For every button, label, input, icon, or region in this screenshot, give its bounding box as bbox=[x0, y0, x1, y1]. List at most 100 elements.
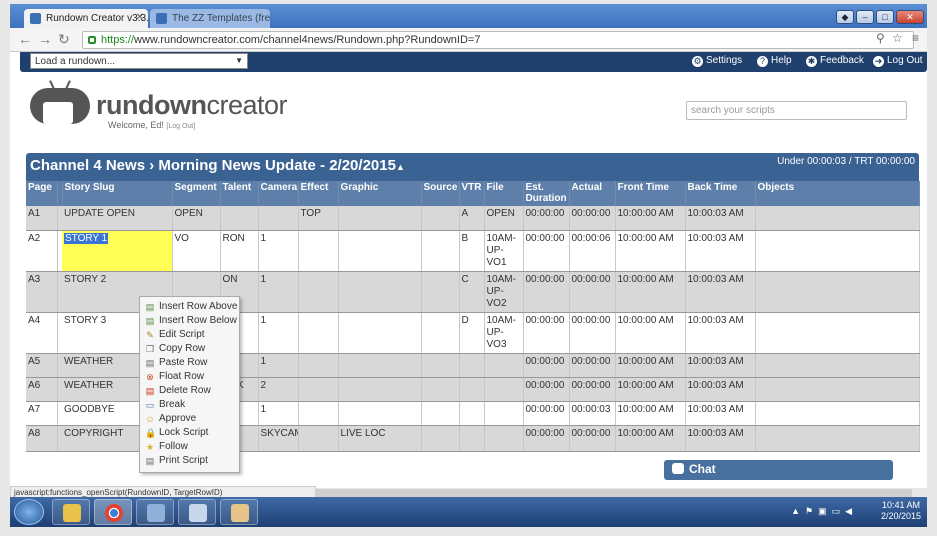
rundown-title[interactable]: Channel 4 News › Morning News Update - 2… bbox=[30, 157, 405, 174]
chat-button[interactable]: Chat bbox=[664, 460, 893, 480]
zoom-icon[interactable]: ⚲ bbox=[876, 31, 885, 45]
cell-segment[interactable]: VO bbox=[172, 230, 221, 272]
paint-taskbar-button[interactable] bbox=[178, 499, 216, 525]
cell-vtr[interactable] bbox=[459, 401, 485, 426]
cell-source[interactable] bbox=[421, 425, 460, 452]
user-icon[interactable]: ◆ bbox=[836, 10, 854, 24]
rundown-select[interactable]: Load a rundown... ▼ bbox=[30, 53, 248, 69]
cell-camera[interactable]: 1 bbox=[258, 230, 299, 272]
col-header-source[interactable]: Source bbox=[421, 181, 460, 206]
cell-effect[interactable]: TOP bbox=[298, 206, 339, 231]
app-taskbar-button[interactable] bbox=[136, 499, 174, 525]
cell-slug[interactable]: STORY 1 bbox=[62, 230, 173, 272]
chrome-taskbar-button[interactable] bbox=[94, 499, 132, 525]
context-menu-item[interactable]: ✎ Edit Script bbox=[140, 328, 239, 342]
cell-file[interactable]: 10AM-UP-VO2 bbox=[484, 271, 524, 313]
explorer-taskbar-button[interactable] bbox=[52, 499, 90, 525]
cell-source[interactable] bbox=[421, 271, 460, 313]
cell-vtr[interactable] bbox=[459, 353, 485, 378]
cell-graphic[interactable] bbox=[338, 271, 422, 313]
cell-front[interactable]: 10:00:00 AM bbox=[615, 271, 686, 313]
cell-objects[interactable] bbox=[755, 425, 920, 452]
script-search-input[interactable]: search your scripts bbox=[686, 101, 907, 120]
cell-camera[interactable]: 1 bbox=[258, 271, 299, 313]
context-menu-item[interactable]: ▭ Break bbox=[140, 398, 239, 412]
col-header-talent[interactable]: Talent bbox=[220, 181, 259, 206]
cell-camera[interactable] bbox=[258, 206, 299, 231]
cell-actual[interactable]: 00:00:00 bbox=[569, 312, 616, 354]
cell-back[interactable]: 10:00:03 AM bbox=[685, 230, 756, 272]
menu-icon[interactable]: ≡ bbox=[912, 31, 919, 45]
cell-front[interactable]: 10:00:00 AM bbox=[615, 353, 686, 378]
cell-page[interactable]: A7 bbox=[26, 401, 58, 426]
welcome-logout-link[interactable]: [Log Out] bbox=[166, 123, 195, 130]
browser-tab-inactive[interactable]: The ZZ Templates (free sp 3) Bla... bbox=[150, 9, 270, 28]
cell-page[interactable]: A5 bbox=[26, 353, 58, 378]
tab-close-icon[interactable]: ✕ bbox=[136, 12, 144, 23]
cell-segment[interactable]: OPEN bbox=[172, 206, 221, 231]
cell-objects[interactable] bbox=[755, 206, 920, 231]
cell-actual[interactable]: 00:00:03 bbox=[569, 401, 616, 426]
cell-back[interactable]: 10:00:03 AM bbox=[685, 312, 756, 354]
cell-back[interactable]: 10:00:03 AM bbox=[685, 271, 756, 313]
cell-file[interactable]: 10AM-UP-VO1 bbox=[484, 230, 524, 272]
cell-front[interactable]: 10:00:00 AM bbox=[615, 425, 686, 452]
cell-front[interactable]: 10:00:00 AM bbox=[615, 206, 686, 231]
cell-objects[interactable] bbox=[755, 353, 920, 378]
cell-back[interactable]: 10:00:03 AM bbox=[685, 206, 756, 231]
table-row[interactable]: A1 UPDATE OPEN OPEN TOP A OPEN 00:00:00 00:00:0… bbox=[26, 206, 920, 231]
rundowncreator-logo[interactable]: rundowncreator bbox=[30, 80, 290, 140]
table-row[interactable]: A2 STORY 1 VO RON 1 B 10AM-UP-VO1 00:00:00 00:00… bbox=[26, 230, 920, 272]
context-menu-item[interactable]: ★ Follow bbox=[140, 440, 239, 454]
cell-source[interactable] bbox=[421, 377, 460, 402]
close-window-icon[interactable]: ✕ bbox=[896, 10, 924, 24]
cell-est[interactable]: 00:00:00 bbox=[523, 401, 570, 426]
cell-source[interactable] bbox=[421, 401, 460, 426]
cell-actual[interactable]: 00:00:00 bbox=[569, 271, 616, 313]
cell-effect[interactable] bbox=[298, 271, 339, 313]
cell-back[interactable]: 10:00:03 AM bbox=[685, 401, 756, 426]
cell-objects[interactable] bbox=[755, 401, 920, 426]
context-menu-item[interactable]: ▤ Insert Row Below bbox=[140, 314, 239, 328]
cell-actual[interactable]: 00:00:00 bbox=[569, 353, 616, 378]
cell-graphic[interactable] bbox=[338, 353, 422, 378]
cell-back[interactable]: 10:00:03 AM bbox=[685, 425, 756, 452]
cell-est[interactable]: 00:00:00 bbox=[523, 377, 570, 402]
feedback-link[interactable]: ✱ Feedback bbox=[806, 55, 864, 67]
cell-page[interactable]: A8 bbox=[26, 425, 58, 452]
cell-graphic[interactable] bbox=[338, 377, 422, 402]
cell-est[interactable]: 00:00:00 bbox=[523, 353, 570, 378]
col-header-back-time[interactable]: Back Time bbox=[685, 181, 756, 206]
cell-slug[interactable]: UPDATE OPEN bbox=[62, 206, 173, 231]
cell-effect[interactable] bbox=[298, 312, 339, 354]
cell-vtr[interactable] bbox=[459, 425, 485, 452]
cell-file[interactable] bbox=[484, 377, 524, 402]
cell-actual[interactable]: 00:00:06 bbox=[569, 230, 616, 272]
cell-camera[interactable]: 1 bbox=[258, 353, 299, 378]
settings-link[interactable]: ⚙ Settings bbox=[692, 55, 742, 67]
cell-talent[interactable]: RON bbox=[220, 230, 259, 272]
logout-link[interactable]: ➜ Log Out bbox=[873, 55, 923, 67]
col-header-slug[interactable]: Story Slug bbox=[62, 181, 173, 206]
cell-page[interactable]: A6 bbox=[26, 377, 58, 402]
url-field[interactable]: https://www.rundowncreator.com/channel4n… bbox=[82, 31, 914, 49]
cell-file[interactable]: 10AM-UP-VO3 bbox=[484, 312, 524, 354]
cell-actual[interactable]: 00:00:00 bbox=[569, 425, 616, 452]
palette-taskbar-button[interactable] bbox=[220, 499, 258, 525]
cell-est[interactable]: 00:00:00 bbox=[523, 206, 570, 231]
forward-arrow-icon[interactable]: → bbox=[38, 32, 52, 46]
cell-camera[interactable]: 1 bbox=[258, 401, 299, 426]
cell-camera[interactable]: SKYCAM bbox=[258, 425, 299, 452]
col-header-objects[interactable]: Objects bbox=[755, 181, 920, 206]
cell-effect[interactable] bbox=[298, 401, 339, 426]
cell-est[interactable]: 00:00:00 bbox=[523, 312, 570, 354]
cell-effect[interactable] bbox=[298, 230, 339, 272]
cell-source[interactable] bbox=[421, 353, 460, 378]
browser-tab-active[interactable]: Rundown Creator v3.3.0.1... ✕ bbox=[24, 9, 148, 28]
cell-effect[interactable] bbox=[298, 377, 339, 402]
col-header-graphic[interactable]: Graphic bbox=[338, 181, 422, 206]
cell-graphic[interactable]: LIVE LOC bbox=[338, 425, 422, 452]
context-menu-item[interactable]: ❐ Copy Row bbox=[140, 342, 239, 356]
back-arrow-icon[interactable]: ← bbox=[18, 32, 32, 46]
cell-source[interactable] bbox=[421, 312, 460, 354]
